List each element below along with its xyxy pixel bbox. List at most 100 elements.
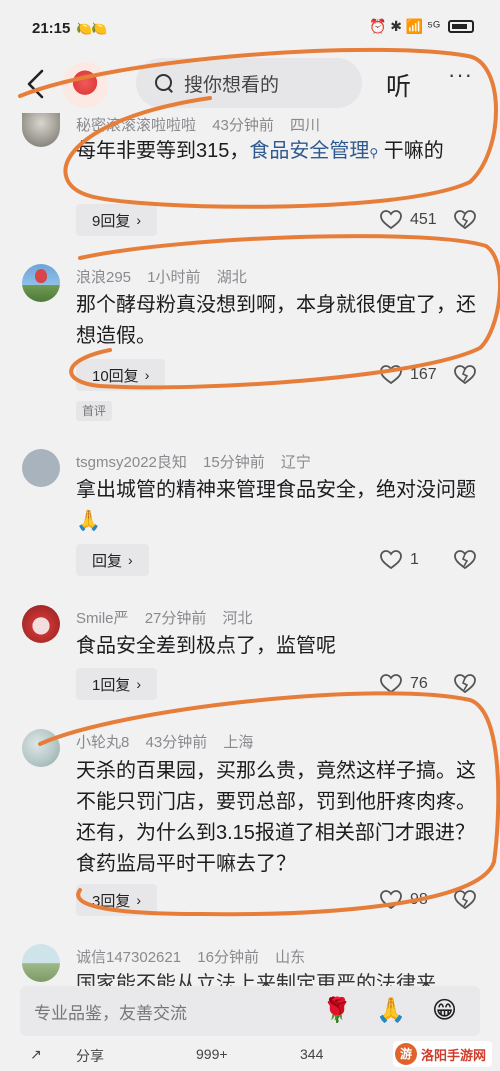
search-box[interactable]: 搜你想看的 [136, 58, 362, 108]
comment-text: 每年非要等到315，食品安全管理⚲ 干嘛的 [76, 136, 486, 169]
like-button[interactable]: 451 [380, 210, 437, 230]
grin-emoji-icon[interactable]: 😁 [432, 996, 457, 1025]
comment-count[interactable]: 999+ [196, 1046, 228, 1062]
like-count: 167 [410, 366, 437, 383]
reply-count-label: 回复 [92, 552, 123, 570]
watermark-logo: 游 洛阳手游网 [392, 1041, 492, 1067]
watermark-text: 洛阳手游网 [420, 1047, 486, 1063]
dislike-heart-icon[interactable] [454, 210, 476, 232]
chevron-right-icon: › [144, 367, 150, 383]
comment-meta: 秘密滚滚滚啦啦啦 43分钟前 四川 [76, 114, 332, 135]
like-button[interactable]: 1 [380, 550, 419, 570]
reply-count-button[interactable]: 9回复 › [76, 204, 158, 236]
comment-username[interactable]: 小轮丸8 [76, 734, 129, 751]
comment-text: 天杀的百果园，买那么贵，竟然这样子搞。这不能只罚门店，要罚总部，罚到他肝疼肉疼。… [76, 760, 476, 875]
comment-location: 河北 [222, 610, 253, 627]
status-bar: 21:15 🍋🍋 ⏰ ✱ 📶 ⁵ᴳ [0, 0, 500, 58]
comment-text-part: 干嘛的 [378, 140, 444, 162]
dislike-heart-icon[interactable] [454, 365, 476, 387]
comment-meta: 小轮丸8 43分钟前 上海 [76, 731, 265, 752]
comment-time: 43分钟前 [212, 117, 274, 134]
status-indicator-icons: ⏰ ✱ 📶 ⁵ᴳ [368, 18, 440, 34]
search-placeholder: 搜你想看的 [184, 74, 280, 96]
comment-input[interactable]: 专业品鉴，友善交流 🌹 🙏 😁 [20, 986, 480, 1036]
reply-count-label: 1回复 [92, 676, 131, 694]
comment-meta: 浪浪295 1小时前 湖北 [76, 266, 259, 287]
user-avatar[interactable] [22, 264, 60, 302]
more-options-icon[interactable]: ··· [448, 62, 473, 88]
first-comment-tag: 首评 [76, 401, 113, 421]
reply-count-label: 3回复 [92, 892, 131, 910]
comment-meta: tsgmsy2022良知 15分钟前 辽宁 [76, 451, 323, 472]
listen-button[interactable]: 听 [386, 67, 411, 103]
comment-username[interactable]: Smile严 [76, 610, 129, 627]
like-total[interactable]: 344 [300, 1046, 323, 1062]
status-app-icons: 🍋🍋 [76, 21, 107, 36]
like-count: 451 [410, 211, 437, 228]
keyword-link[interactable]: 食品安全管理 [249, 140, 369, 162]
status-time: 21:15 [32, 20, 71, 37]
reply-count-label: 9回复 [92, 212, 131, 230]
comment-time: 27分钟前 [144, 610, 207, 627]
status-right-icons: ⏰ ✱ 📶 ⁵ᴳ [369, 18, 474, 35]
like-button[interactable]: 76 [380, 674, 428, 694]
comment-location: 湖北 [216, 269, 247, 286]
comment-text: 国家能不能从立法上来制定更严的法律来 [76, 973, 436, 986]
chevron-right-icon: › [136, 892, 142, 908]
share-icon[interactable]: ↗ [30, 1046, 42, 1063]
chevron-right-icon: › [136, 212, 142, 228]
reply-count-button[interactable]: 3回复 › [76, 884, 158, 916]
back-arrow-icon[interactable] [24, 68, 48, 100]
reply-count-button[interactable]: 1回复 › [76, 668, 158, 700]
reply-count-button[interactable]: 10回复 › [76, 359, 166, 391]
comment-username[interactable]: 秘密滚滚滚啦啦啦 [76, 117, 196, 134]
comment-location: 山东 [275, 949, 306, 966]
user-avatar[interactable] [22, 449, 60, 487]
comment-page: 21:15 🍋🍋 ⏰ ✱ 📶 ⁵ᴳ 搜你想看的 听 ··· 秘密滚滚滚啦啦啦 4… [0, 0, 500, 1071]
pray-emoji-icon[interactable]: 🙏 [376, 996, 406, 1025]
dislike-heart-icon[interactable] [454, 550, 476, 572]
reply-count-button[interactable]: 回复 › [76, 544, 149, 576]
comment-text-part: 每年非要等到315， [76, 140, 250, 162]
like-button[interactable]: 167 [380, 365, 437, 385]
heart-icon [380, 210, 402, 230]
user-avatar[interactable] [22, 605, 60, 643]
search-icon [154, 73, 174, 93]
comment-time: 43分钟前 [145, 734, 208, 751]
comment-username[interactable]: 诚信147302621 [76, 949, 181, 966]
user-avatar[interactable] [22, 729, 60, 767]
chevron-right-icon: › [136, 676, 142, 692]
like-count: 98 [410, 891, 428, 908]
share-label[interactable]: 分享 [76, 1046, 104, 1066]
heart-icon [380, 674, 402, 694]
comment-time: 15分钟前 [203, 454, 265, 471]
heart-icon [380, 550, 402, 570]
watermark-icon: 游 [394, 1043, 417, 1065]
comment-time: 16分钟前 [197, 949, 259, 966]
search-small-icon: ⚲ [369, 146, 379, 160]
comment-location: 四川 [290, 117, 321, 134]
heart-icon [380, 890, 402, 910]
dislike-heart-icon[interactable] [454, 674, 476, 696]
like-count: 76 [410, 675, 428, 692]
comment-text: 拿出城管的精神来管理食品安全，绝对没问题🙏 [76, 479, 476, 532]
comment-location: 上海 [223, 734, 254, 751]
channel-avatar[interactable] [62, 62, 108, 108]
reply-count-label: 10回复 [92, 367, 139, 385]
like-count: 1 [410, 551, 419, 568]
comment-location: 辽宁 [280, 454, 311, 471]
comment-meta: 诚信147302621 16分钟前 山东 [76, 946, 317, 967]
battery-icon [448, 20, 474, 33]
heart-icon [380, 365, 402, 385]
chevron-right-icon: › [128, 552, 133, 568]
comment-username[interactable]: 浪浪295 [76, 269, 131, 286]
comment-username[interactable]: tsgmsy2022良知 [76, 454, 187, 471]
comment-meta: Smile严 27分钟前 河北 [76, 607, 265, 628]
user-avatar[interactable] [22, 944, 60, 982]
user-avatar[interactable] [22, 113, 60, 147]
comment-text: 那个酵母粉真没想到啊，本身就很便宜了，还想造假。 [76, 294, 476, 347]
like-button[interactable]: 98 [380, 890, 428, 910]
top-nav: 搜你想看的 听 ··· [0, 58, 500, 114]
rose-emoji-icon[interactable]: 🌹 [322, 996, 352, 1025]
dislike-heart-icon[interactable] [454, 890, 476, 912]
